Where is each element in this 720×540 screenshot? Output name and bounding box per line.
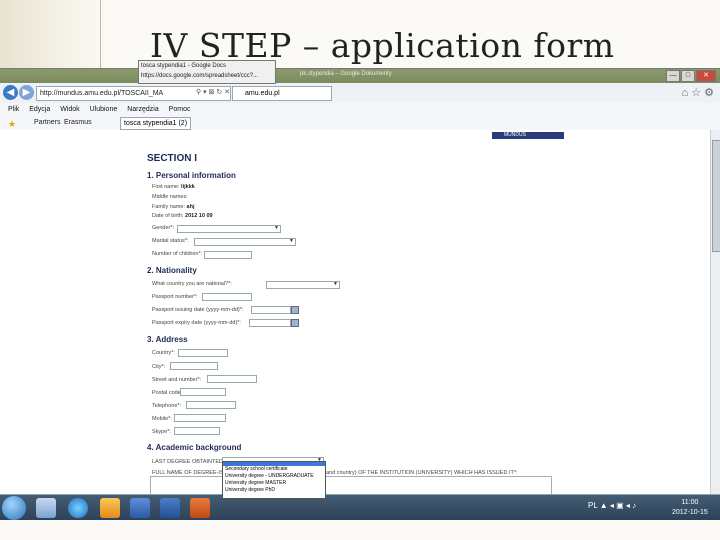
- family-name-value: ahj: [186, 204, 195, 210]
- dob-value: 2012 10 09: [185, 213, 213, 219]
- close-button[interactable]: ✕: [696, 70, 716, 82]
- address-country-label: Country*:: [152, 350, 175, 356]
- street-label: Street and number*:: [152, 377, 202, 383]
- personal-heading: 1. Personal information: [147, 171, 236, 180]
- browser-screenshot: pk.stypendia – Google Dokumenty — □ ✕ ◀ …: [0, 68, 720, 521]
- skype-input[interactable]: [174, 427, 220, 435]
- degree-option-master[interactable]: University degree MASTER: [223, 480, 325, 487]
- gender-select[interactable]: [177, 225, 281, 233]
- skype-label: Skype*:: [152, 429, 171, 435]
- system-tray[interactable]: PL ▲ ◂ ▣ ◂ ♪: [588, 501, 636, 510]
- family-name-row: Family name: ahj: [152, 204, 195, 210]
- issuing-calendar-icon[interactable]: [291, 306, 299, 314]
- passport-expiry-label: Passport expiry date (yyyy-mm-dd)*:: [152, 320, 241, 326]
- last-degree-label: LAST DEGREE OBTAINTED*:: [152, 459, 227, 465]
- section-title: SECTION I: [147, 153, 198, 164]
- menu-tools[interactable]: Narzędzia: [127, 106, 159, 113]
- passport-issuing-label: Passport issuing date (yyyy-mm-dd)*:: [152, 307, 244, 313]
- tooltip-title: tosca stypendia1 - Google Docs: [141, 63, 227, 69]
- expiry-calendar-icon[interactable]: [291, 319, 299, 327]
- academic-heading: 4. Academic background: [147, 443, 242, 452]
- favorites-star-icon[interactable]: ★: [8, 117, 16, 131]
- first-name-row: First name: lijkkk: [152, 184, 195, 190]
- mobile-input[interactable]: [174, 414, 226, 422]
- favorite-partners[interactable]: Partners: [34, 116, 60, 130]
- scroll-thumb[interactable]: [712, 140, 720, 252]
- slide-bottom-margin: [0, 520, 720, 540]
- city-label: City*:: [152, 364, 166, 370]
- minimize-button[interactable]: —: [666, 70, 680, 82]
- nationality-heading: 2. Nationality: [147, 266, 197, 275]
- explorer-icon[interactable]: [36, 498, 56, 518]
- degree-option-secondary[interactable]: Secondary school certificate: [223, 466, 325, 473]
- tab-amu[interactable]: amu.edu.pl: [232, 86, 332, 101]
- vertical-scrollbar[interactable]: [710, 130, 720, 496]
- address-bar: ◀ ▶ http://mundus.amu.edu.pl/TOSCAII_MA …: [0, 83, 720, 104]
- menu-file[interactable]: Plik: [8, 106, 19, 113]
- marital-status-select[interactable]: [194, 238, 296, 246]
- family-name-label: Family name:: [152, 204, 186, 210]
- menu-view[interactable]: Widok: [60, 106, 79, 113]
- passport-expiry-input[interactable]: [249, 319, 291, 327]
- powerpoint-icon[interactable]: [190, 498, 210, 518]
- first-name-value: lijkkk: [181, 184, 195, 190]
- tooltip-url: https://docs.google.com/spreadsheet/ccc?…: [141, 73, 259, 79]
- menu-edit[interactable]: Edycja: [29, 106, 50, 113]
- page-content: MUNDUS: [0, 130, 710, 496]
- slide-corner-decoration: [0, 0, 110, 70]
- url-controls[interactable]: ⚲ ▾ ⊠ ↻ ✕: [196, 88, 230, 96]
- first-name-label: First name:: [152, 184, 180, 190]
- last-degree-dropdown[interactable]: Secondary school certificate University …: [222, 461, 326, 499]
- clock[interactable]: 11:00 2012-10-15: [672, 498, 708, 518]
- clock-date: 2012-10-15: [672, 509, 708, 516]
- forward-button[interactable]: ▶: [19, 85, 34, 100]
- folder-icon[interactable]: [100, 498, 120, 518]
- children-input[interactable]: [204, 251, 252, 259]
- telephone-input[interactable]: [186, 401, 236, 409]
- menu-favorites[interactable]: Ulubione: [90, 106, 118, 113]
- tab-tooltip: tosca stypendia1 - Google Docs https://d…: [138, 60, 276, 84]
- institution-textarea[interactable]: [150, 476, 552, 496]
- home-star-gear-icons[interactable]: ⌂ ☆ ⚙: [682, 86, 714, 99]
- mundus-logo: MUNDUS: [492, 132, 564, 139]
- mobile-label: Mobile*:: [152, 416, 172, 422]
- dob-row: Date of birth: 2012 10 09: [152, 213, 213, 219]
- dob-label: Date of birth:: [152, 213, 184, 219]
- address-country-input[interactable]: [178, 349, 228, 357]
- favorite-erasmus[interactable]: Erasmus: [64, 116, 92, 130]
- maximize-button[interactable]: □: [681, 70, 695, 82]
- internet-explorer-icon[interactable]: [68, 498, 88, 518]
- degree-option-phd[interactable]: University degree PhD: [223, 487, 325, 494]
- window-titlebar: pk.stypendia – Google Dokumenty — □ ✕: [0, 69, 720, 83]
- nationality-country-select[interactable]: [266, 281, 340, 289]
- menu-help[interactable]: Pomoc: [169, 106, 191, 113]
- start-button[interactable]: [2, 496, 26, 520]
- clock-time: 11:00: [681, 499, 699, 506]
- degree-option-undergraduate[interactable]: University degree - UNDERGRADUATE: [223, 473, 325, 480]
- windows-taskbar: PL ▲ ◂ ▣ ◂ ♪ 11:00 2012-10-15: [0, 494, 720, 521]
- window-title: pk.stypendia – Google Dokumenty: [300, 71, 392, 77]
- passport-number-input[interactable]: [202, 293, 252, 301]
- gender-label: Gender*:: [152, 225, 175, 231]
- address-heading: 3. Address: [147, 335, 188, 344]
- media-icon[interactable]: [160, 498, 180, 518]
- word-icon[interactable]: [130, 498, 150, 518]
- marital-status-label: Marital status*:: [152, 238, 189, 244]
- passport-number-label: Passport number*:: [152, 294, 198, 300]
- postal-code-input[interactable]: [180, 388, 226, 396]
- middle-name-label: Middle names:: [152, 194, 188, 200]
- city-input[interactable]: [170, 362, 218, 370]
- nationality-country-label: What country you are national?*:: [152, 281, 232, 287]
- favorites-bar: ★ Partners Erasmus tosca stypendia1 (2): [0, 116, 720, 131]
- menu-bar: Plik Edycja Widok Ulubione Narzędzia Pom…: [0, 103, 720, 116]
- children-label: Number of children*:: [152, 251, 203, 257]
- street-input[interactable]: [207, 375, 257, 383]
- tab-tosca[interactable]: tosca stypendia1 (2): [120, 117, 191, 130]
- telephone-label: Telephone*:: [152, 403, 182, 409]
- passport-issuing-input[interactable]: [251, 306, 291, 314]
- back-button[interactable]: ◀: [3, 85, 18, 100]
